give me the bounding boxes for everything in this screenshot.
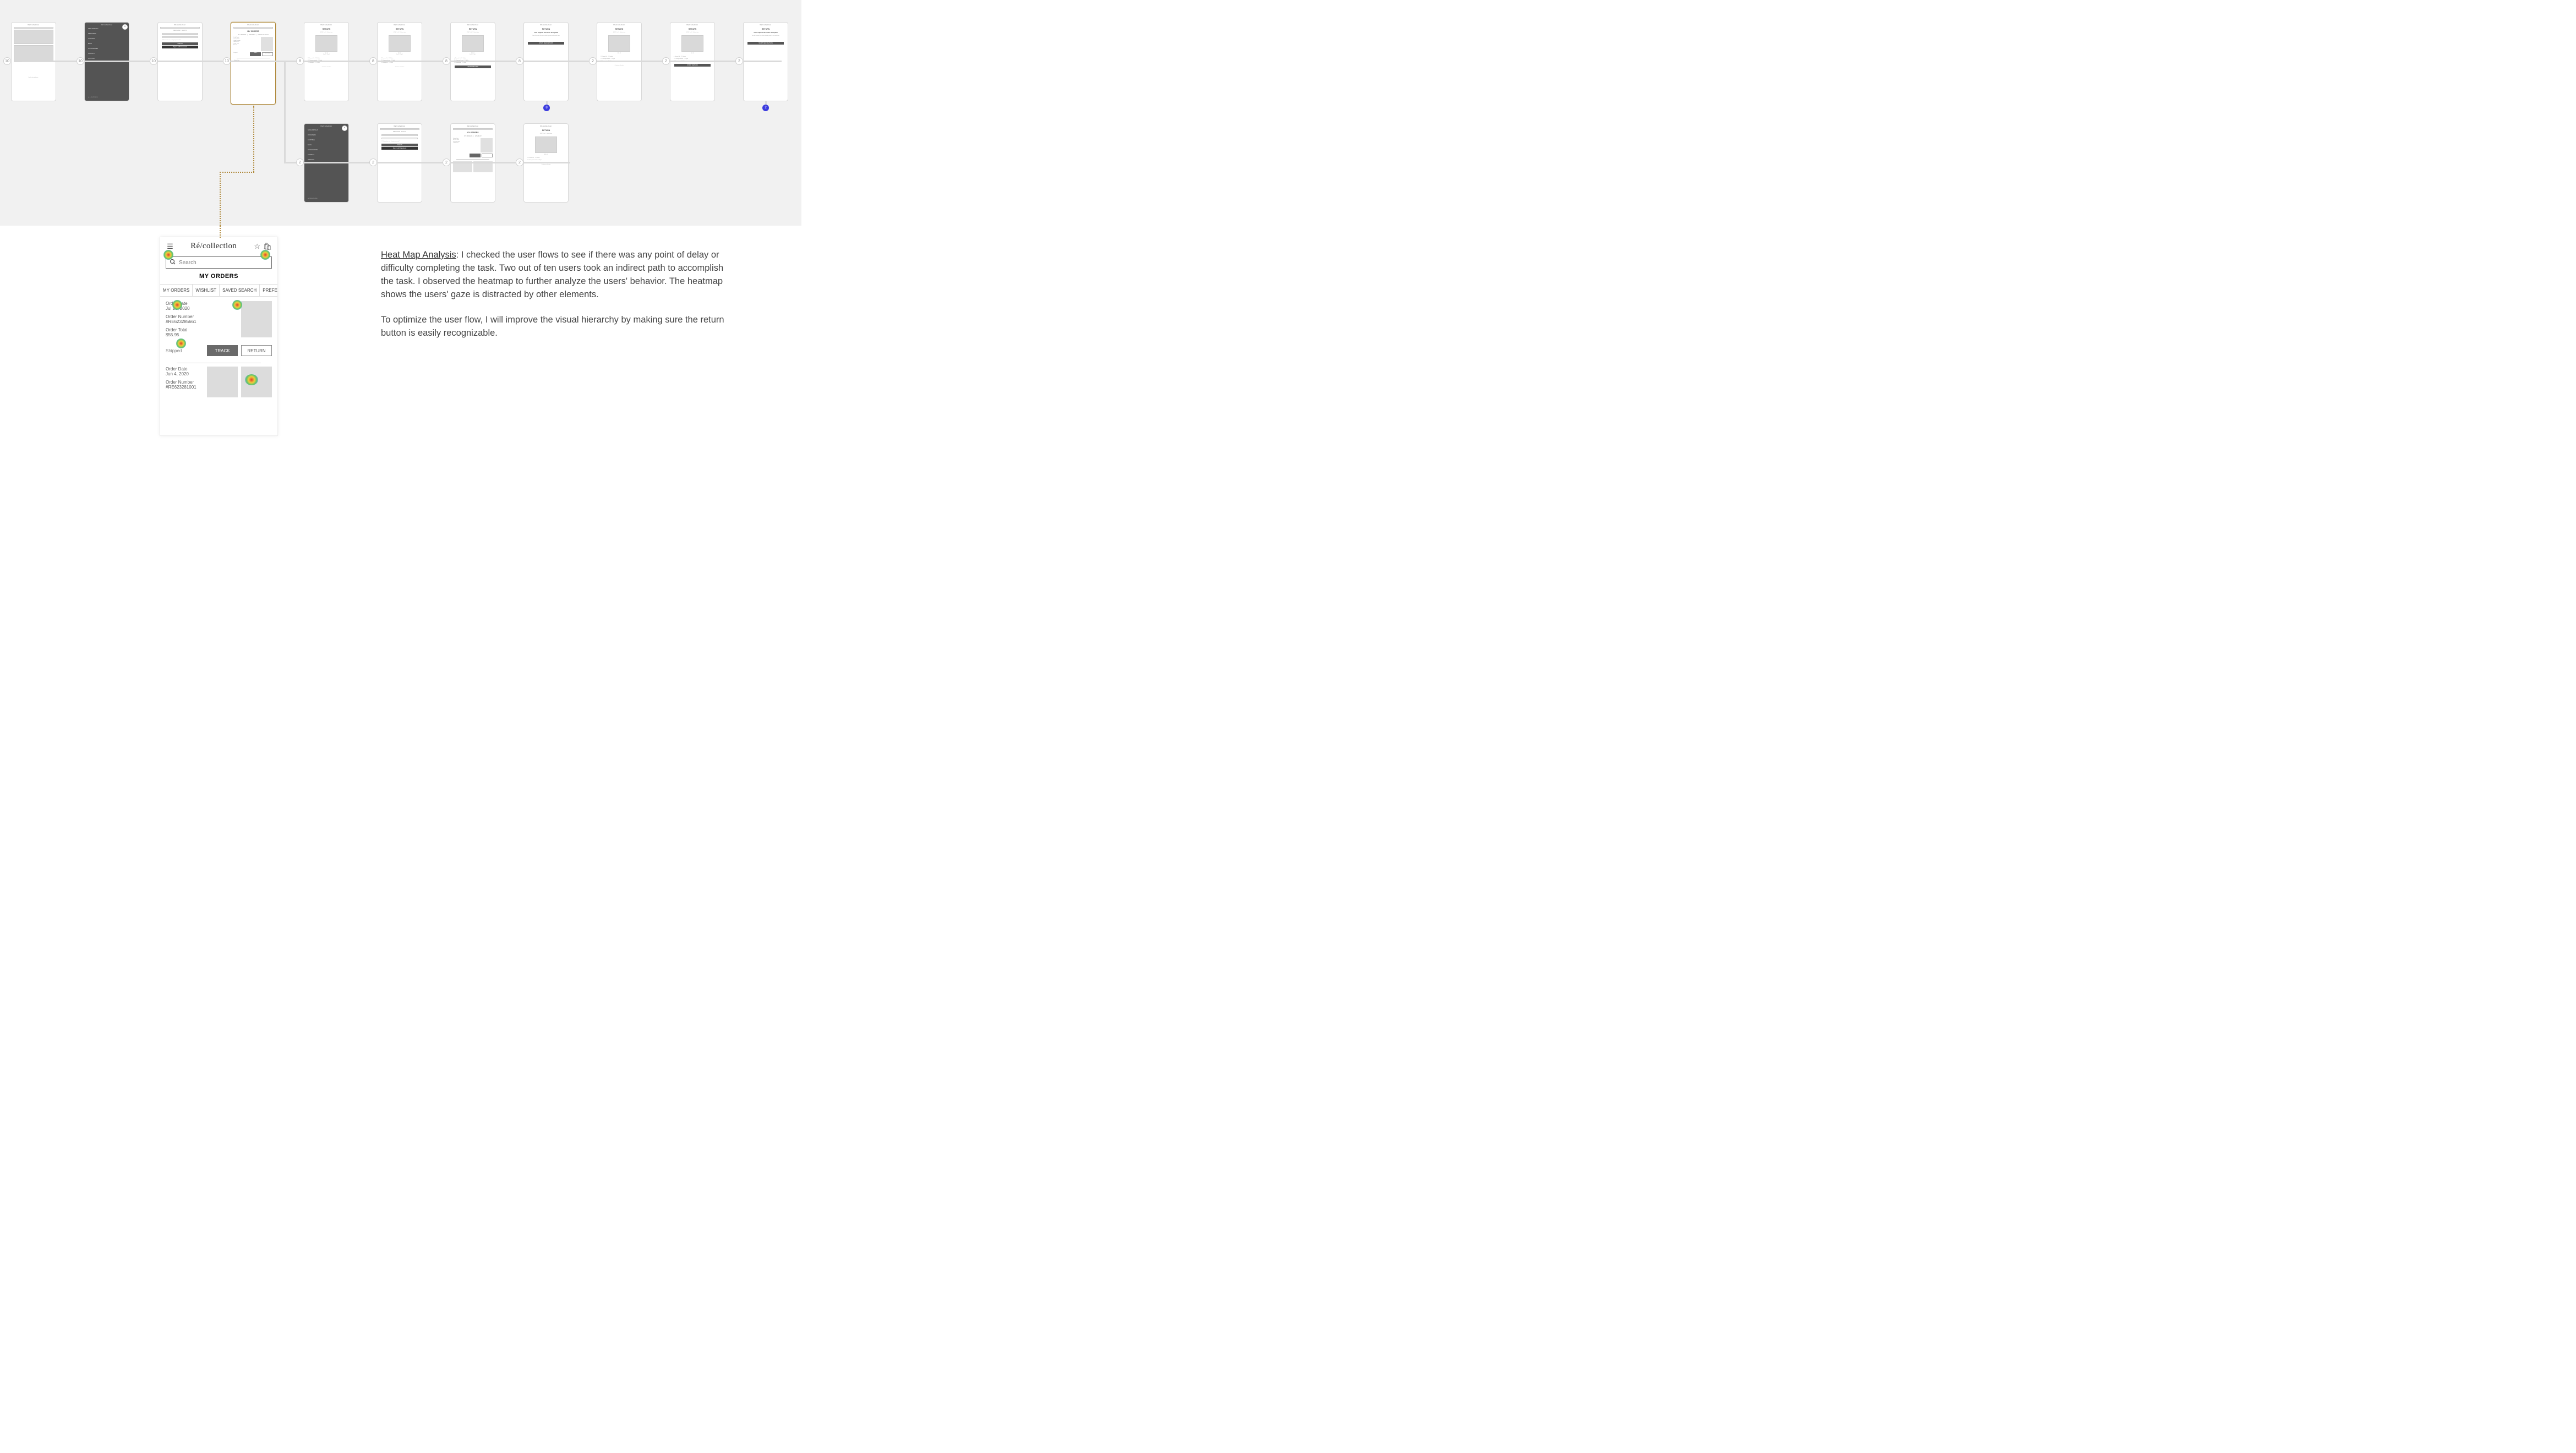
return-button[interactable]: RETURN (241, 345, 272, 356)
order-number-label: Order Number (166, 314, 238, 319)
count-badge: 2 (589, 57, 597, 65)
star-icon[interactable]: ☆ (253, 242, 261, 251)
count-badge: 2 (516, 159, 523, 166)
brand-logo: Ré/collection (190, 242, 237, 251)
section-title: MY ORDERS (231, 30, 275, 32)
dotted-connector (253, 106, 254, 172)
shipment-status: Shipped (166, 348, 204, 353)
order-total-label: Order Total (166, 327, 238, 332)
section-title: RETURN (304, 28, 348, 30)
count-badge: 2 (443, 159, 450, 166)
accepted-message: Your request has been accepted! (526, 32, 566, 34)
close-icon: × (342, 125, 347, 131)
heatmap-mockup: ☰ Ré/collection ☆ 🛍 MY ORDERS MY ORDERS … (160, 237, 278, 436)
count-badge: 10 (3, 57, 11, 65)
heatmap-spot (245, 374, 258, 385)
menu-item: BAGS (85, 41, 129, 46)
order-number: #RE623281001 (166, 385, 204, 390)
search-icon (170, 259, 176, 267)
analysis-text: Heat Map Analysis: I checked the user fl… (381, 249, 727, 352)
order-number-label: Order Number (166, 380, 204, 385)
search-input[interactable] (166, 256, 272, 269)
count-badge: 8 (516, 57, 523, 65)
tab-my-orders[interactable]: MY ORDERS (160, 285, 193, 296)
user-flow-diagram: Ré/collection Be the first to know... Ré… (0, 0, 801, 226)
brand-label: Ré/collection (12, 23, 56, 26)
heatmap-spot (163, 250, 173, 260)
count-badge: 8 (369, 57, 377, 65)
close-icon: × (122, 24, 128, 30)
connector-line (284, 162, 570, 163)
menu-icon[interactable]: ☰ (166, 242, 174, 251)
end-badge: 8 (543, 105, 550, 111)
count-badge: 8 (443, 57, 450, 65)
tab-prefer[interactable]: PREFER (260, 285, 278, 296)
menu-item: ACCESSORIES (85, 46, 129, 51)
count-badge: 10 (150, 57, 157, 65)
brand-label: Ré/collection (158, 23, 202, 26)
flow-frame-my-orders: Ré/collection MY ORDERS MY ORDERS|WISHLI… (231, 22, 276, 105)
order-number: #RE623285661 (166, 319, 238, 324)
search-field[interactable] (179, 260, 268, 266)
heatmap-spot (232, 300, 242, 310)
order-total: $55.95 (166, 332, 238, 337)
count-badge: 10 (223, 57, 231, 65)
track-button[interactable]: TRACK (207, 345, 238, 356)
menu-item: CLOTHING (85, 36, 129, 41)
dotted-connector (220, 172, 221, 226)
product-thumbnail (241, 301, 272, 337)
count-badge: 2 (296, 159, 304, 166)
dotted-connector (220, 172, 254, 173)
count-badge: 2 (735, 57, 743, 65)
heatmap-spot (172, 300, 182, 310)
order-date-label: Order Date (166, 367, 204, 372)
heatmap-spot (260, 250, 270, 260)
signin-button: SIGN IN (162, 42, 198, 45)
menu-item: CONTACT (85, 51, 129, 56)
count-badge: 8 (296, 57, 304, 65)
count-badge: 2 (369, 159, 377, 166)
order-date: Jun 4, 2020 (166, 372, 204, 376)
count-badge: 10 (77, 57, 84, 65)
section-title: MY ORDERS (160, 273, 277, 280)
account-tabs: MY ORDERS WISHLIST SAVED SEARCH PREFER (160, 284, 277, 297)
menu-item: DESIGNERS (85, 31, 129, 36)
dotted-connector (220, 226, 221, 238)
fb-signin: Sign in with Facebook (162, 46, 198, 48)
tab-wishlist[interactable]: WISHLIST (193, 285, 220, 296)
tab-saved-search[interactable]: SAVED SEARCH (220, 285, 260, 296)
menu-footer: tel: 1-800-555-0100 (85, 95, 101, 100)
analysis-heading: Heat Map Analysis (381, 250, 456, 260)
end-badge: 2 (762, 105, 769, 111)
product-thumbnail (207, 367, 238, 397)
heatmap-spot (176, 338, 186, 348)
analysis-body-2: To optimize the user flow, I will improv… (381, 314, 727, 340)
connector-line (284, 62, 286, 163)
brand-label: Ré/collection (231, 23, 275, 26)
count-badge: 2 (662, 57, 670, 65)
